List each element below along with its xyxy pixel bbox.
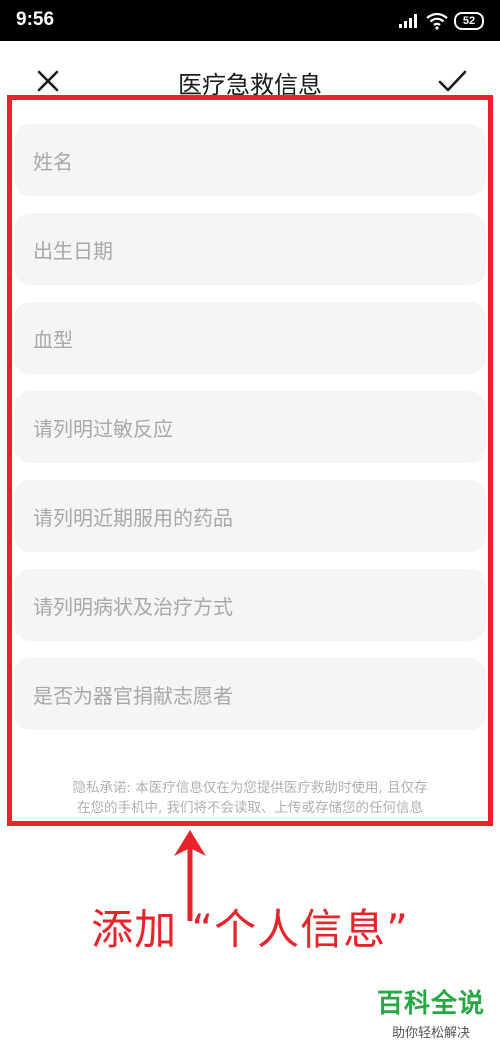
medications-field[interactable]: 请列明近期服用的药品 [14,480,486,552]
status-time: 9:56 [16,9,55,30]
privacy-note: 隐私承诺: 本医疗信息仅在为您提供医疗救助时使用, 且仅存 在您的手机中, 我们… [30,778,470,818]
conditions-placeholder: 请列明病状及治疗方式 [33,594,233,619]
battery-level: 52 [462,15,476,27]
blood-type-field[interactable]: 血型 [14,302,486,374]
watermark-subtitle: 助你轻松解决 [391,1026,470,1041]
wifi-icon [426,12,448,30]
allergies-placeholder: 请列明过敏反应 [33,416,173,441]
name-placeholder: 姓名 [33,149,73,174]
allergies-field[interactable]: 请列明过敏反应 [14,391,486,463]
birthdate-field[interactable]: 出生日期 [14,213,486,285]
annotation-text: 添加 “个人信息” [91,905,409,954]
watermark-title: 百科全说 [376,989,485,1019]
organ-donor-field[interactable]: 是否为器官捐献志愿者 [14,658,486,730]
watermark: 百科全说 助你轻松解决 [376,983,486,1041]
status-bar: 9:56 52 [0,0,500,41]
name-field[interactable]: 姓名 [14,124,486,196]
battery-icon: 52 [454,12,484,30]
signal-icon [399,14,417,28]
conditions-field[interactable]: 请列明病状及治疗方式 [14,569,486,641]
blood-type-placeholder: 血型 [33,327,73,352]
birthdate-placeholder: 出生日期 [33,238,113,263]
medications-placeholder: 请列明近期服用的药品 [33,505,233,530]
status-icons: 52 [398,10,484,32]
privacy-line-2: 在您的手机中, 我们将不会读取、上传或存储您的任何信息 [76,800,424,816]
privacy-line-1: 隐私承诺: 本医疗信息仅在为您提供医疗救助时使用, 且仅存 [72,780,428,796]
organ-donor-placeholder: 是否为器官捐献志愿者 [33,683,233,708]
